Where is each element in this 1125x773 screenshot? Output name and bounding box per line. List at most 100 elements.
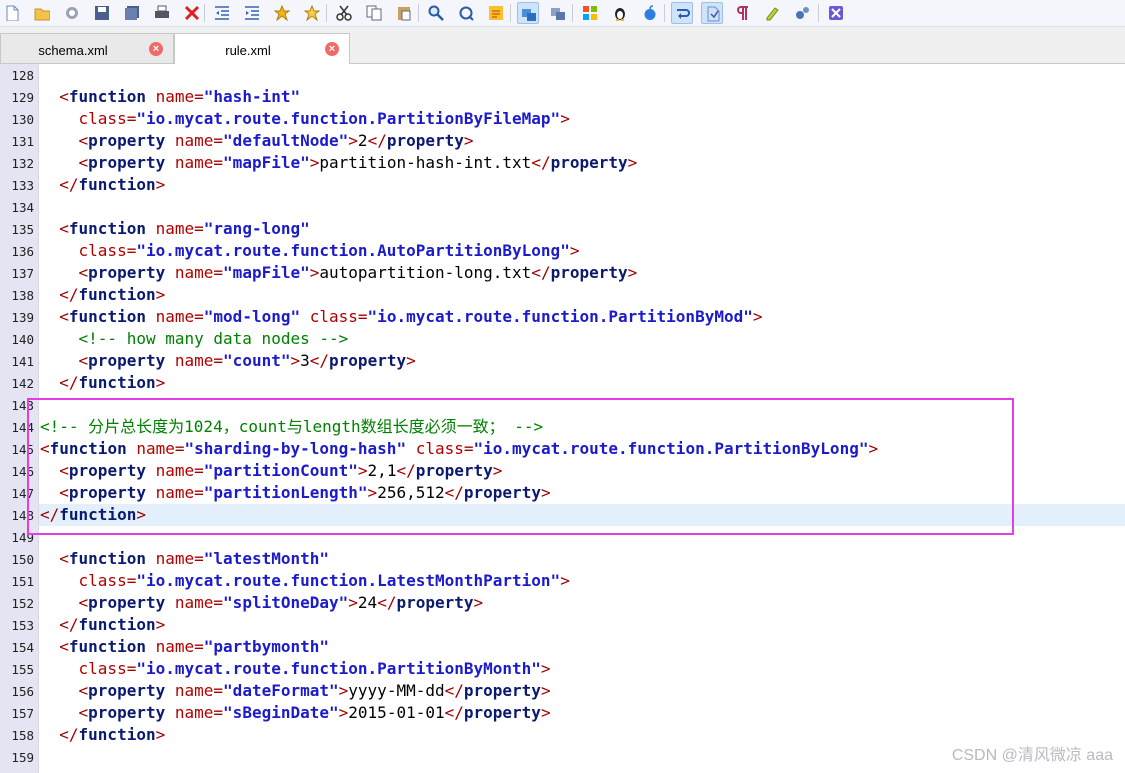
code-token: < bbox=[40, 153, 89, 172]
windows-logo-icon[interactable] bbox=[579, 2, 601, 24]
bookmark-icon[interactable] bbox=[271, 2, 293, 24]
highlight-icon[interactable] bbox=[485, 2, 507, 24]
code-token: = bbox=[194, 87, 204, 106]
indent-icon[interactable] bbox=[241, 2, 263, 24]
code-token: < bbox=[40, 637, 69, 656]
code-token: name bbox=[145, 219, 195, 238]
code-line[interactable]: </function> bbox=[40, 724, 165, 746]
code-line[interactable]: </function> bbox=[40, 614, 165, 636]
code-line[interactable]: <!-- how many data nodes --> bbox=[40, 328, 349, 350]
reload-icon[interactable] bbox=[61, 2, 83, 24]
code-line[interactable]: </function> bbox=[40, 372, 165, 394]
code-line[interactable]: </function> bbox=[40, 284, 165, 306]
line-number: 138 bbox=[11, 288, 34, 303]
copy-icon[interactable] bbox=[363, 2, 385, 24]
marker-icon[interactable] bbox=[761, 2, 783, 24]
line-number: 129 bbox=[11, 90, 34, 105]
print-icon[interactable] bbox=[151, 2, 173, 24]
settings-icon[interactable] bbox=[791, 2, 813, 24]
code-token: "splitOneDay" bbox=[223, 593, 349, 612]
code-token: class bbox=[300, 307, 358, 326]
code-token: = bbox=[126, 241, 137, 260]
code-token: > bbox=[473, 593, 484, 612]
code-token: < bbox=[40, 263, 89, 282]
line-number: 154 bbox=[11, 640, 34, 655]
save-all-icon[interactable] bbox=[121, 2, 143, 24]
mac-view-icon[interactable] bbox=[547, 2, 569, 24]
code-token: function bbox=[78, 725, 156, 744]
highlight-box bbox=[27, 398, 1014, 535]
code-line[interactable]: <function name="latestMonth" bbox=[40, 548, 329, 570]
new-file-icon[interactable] bbox=[1, 2, 23, 24]
code-line[interactable]: class="io.mycat.route.function.AutoParti… bbox=[40, 240, 580, 262]
code-token: </ bbox=[531, 153, 551, 172]
code-token: = bbox=[213, 131, 224, 150]
code-line[interactable]: class="io.mycat.route.function.Partition… bbox=[40, 658, 551, 680]
line-number: 157 bbox=[11, 706, 34, 721]
code-editor[interactable]: 128 129 130 131 132 133 134 135 136 137 138 139 140 1… bbox=[0, 64, 1125, 773]
code-line[interactable]: <property name="splitOneDay">24</propert… bbox=[40, 592, 484, 614]
format-icon[interactable] bbox=[701, 2, 723, 24]
apple-logo-icon[interactable] bbox=[639, 2, 661, 24]
tab-schema-xml[interactable]: schema.xml × bbox=[0, 33, 174, 63]
code-token: class bbox=[40, 109, 127, 128]
code-line[interactable]: <function name="mod-long" class="io.myca… bbox=[40, 306, 762, 328]
code-token: < bbox=[40, 219, 69, 238]
code-line[interactable]: <property name="mapFile">autopartition-l… bbox=[40, 262, 638, 284]
windows-view-icon[interactable] bbox=[517, 2, 539, 24]
code-line[interactable]: <function name="rang-long" bbox=[40, 218, 309, 240]
code-line[interactable]: <property name="defaultNode">2</property… bbox=[40, 130, 474, 152]
code-token: name bbox=[165, 351, 214, 370]
wrap-icon[interactable] bbox=[671, 2, 693, 24]
code-token: name bbox=[165, 131, 214, 150]
code-token: > bbox=[463, 131, 474, 150]
code-line[interactable]: <function name="partbymonth" bbox=[40, 636, 329, 658]
close-icon[interactable] bbox=[181, 2, 203, 24]
tab-label: rule.xml bbox=[225, 43, 271, 58]
outdent-icon[interactable] bbox=[211, 2, 233, 24]
paste-icon[interactable] bbox=[393, 2, 415, 24]
code-token: "io.mycat.route.function.PartitionByMod" bbox=[367, 307, 753, 326]
open-folder-icon[interactable] bbox=[31, 2, 53, 24]
code-token: name bbox=[165, 593, 214, 612]
code-token: name bbox=[165, 681, 214, 700]
next-bookmark-icon[interactable] bbox=[301, 2, 323, 24]
code-token: > bbox=[338, 703, 349, 722]
code-token: <!-- how many data nodes --> bbox=[40, 329, 349, 348]
code-token: function bbox=[68, 87, 146, 106]
linux-logo-icon[interactable] bbox=[609, 2, 631, 24]
code-line[interactable]: <property name="mapFile">partition-hash-… bbox=[40, 152, 638, 174]
code-line[interactable]: class="io.mycat.route.function.Partition… bbox=[40, 108, 570, 130]
find-icon[interactable] bbox=[425, 2, 447, 24]
code-line[interactable]: <property name="sBeginDate">2015-01-01</… bbox=[40, 702, 551, 724]
code-token: > bbox=[348, 593, 358, 612]
code-line[interactable]: <function name="hash-int" bbox=[40, 86, 300, 108]
code-line[interactable]: <property name="count">3</property> bbox=[40, 350, 416, 372]
toolbar bbox=[0, 0, 1125, 27]
code-token: "sBeginDate" bbox=[223, 703, 339, 722]
code-token: property bbox=[88, 681, 166, 700]
replace-icon[interactable] bbox=[455, 2, 477, 24]
tab-label: schema.xml bbox=[38, 43, 108, 58]
code-line[interactable]: </function> bbox=[40, 174, 165, 196]
code-token: 2 bbox=[357, 131, 368, 150]
code-line[interactable]: class="io.mycat.route.function.LatestMon… bbox=[40, 570, 570, 592]
paragraph-icon[interactable] bbox=[731, 2, 753, 24]
close-tab-icon[interactable]: × bbox=[149, 42, 163, 56]
close-window-icon[interactable] bbox=[825, 2, 847, 24]
close-tab-icon[interactable]: × bbox=[325, 42, 339, 56]
code-token: > bbox=[309, 153, 320, 172]
code-token: function bbox=[68, 549, 146, 568]
code-token: < bbox=[40, 681, 89, 700]
code-line[interactable]: <property name="dateFormat">yyyy-MM-dd</… bbox=[40, 680, 551, 702]
code-token: function bbox=[78, 285, 156, 304]
save-icon[interactable] bbox=[91, 2, 113, 24]
line-number: 128 bbox=[11, 68, 34, 83]
code-token: yyyy-MM-dd bbox=[348, 681, 445, 700]
code-token: name bbox=[145, 87, 195, 106]
code-token: = bbox=[213, 153, 224, 172]
code-token: "io.mycat.route.function.PartitionByMont… bbox=[136, 659, 541, 678]
code-token: </ bbox=[40, 175, 79, 194]
tab-rule-xml[interactable]: rule.xml × bbox=[174, 33, 350, 64]
cut-icon[interactable] bbox=[333, 2, 355, 24]
